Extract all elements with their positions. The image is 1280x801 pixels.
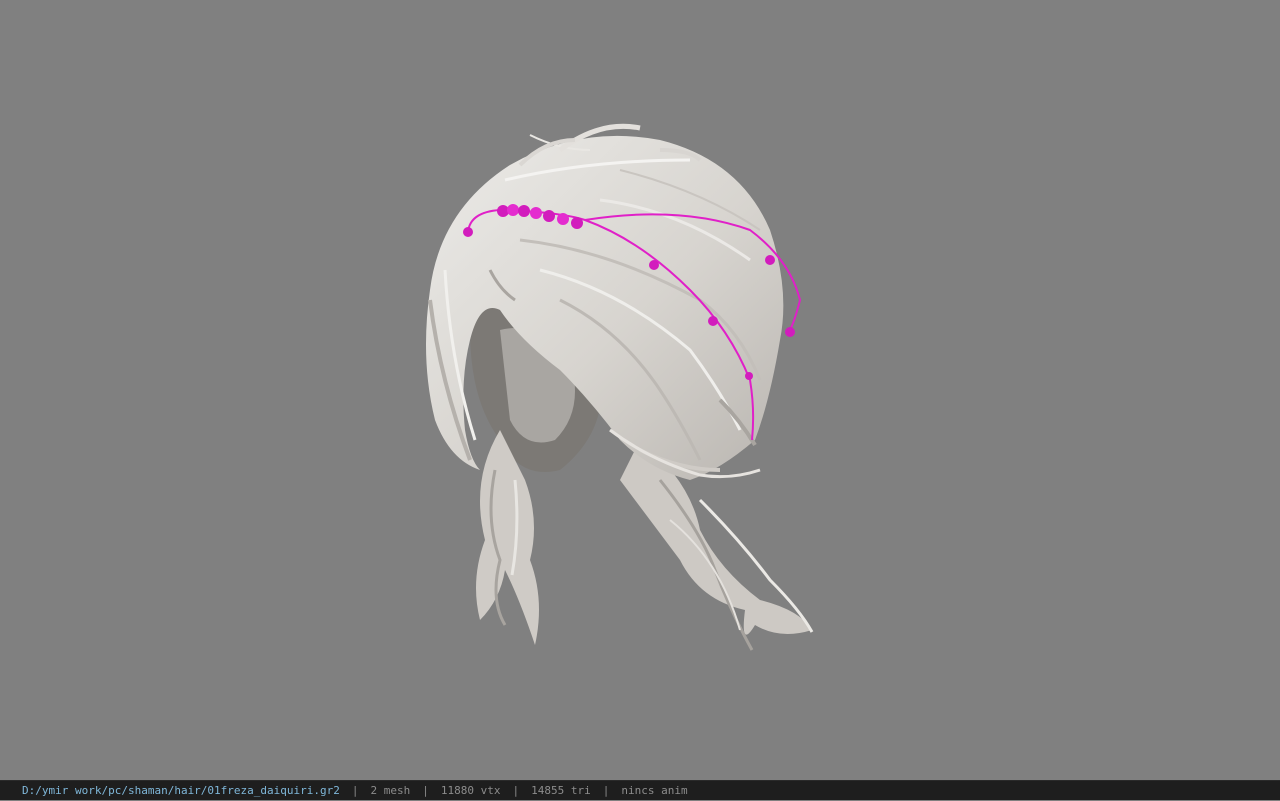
status-bar: D:/ymir work/pc/shaman/hair/01freza_daiq… <box>0 780 1280 800</box>
status-vertex-count: 11880 vtx <box>440 783 501 797</box>
status-separator: | <box>351 783 359 797</box>
status-file-path: D:/ymir work/pc/shaman/hair/01freza_daiq… <box>22 783 340 797</box>
3d-viewport[interactable] <box>0 0 1280 780</box>
status-animation: nincs anim <box>621 783 688 797</box>
hair-main-mass <box>426 123 784 480</box>
hair-model-render[interactable] <box>0 0 1280 780</box>
status-separator: | <box>422 783 429 797</box>
status-triangle-count: 14855 tri <box>531 783 591 797</box>
status-mesh-count: 2 mesh <box>370 783 411 797</box>
status-separator: | <box>602 783 610 797</box>
status-separator: | <box>512 783 520 797</box>
